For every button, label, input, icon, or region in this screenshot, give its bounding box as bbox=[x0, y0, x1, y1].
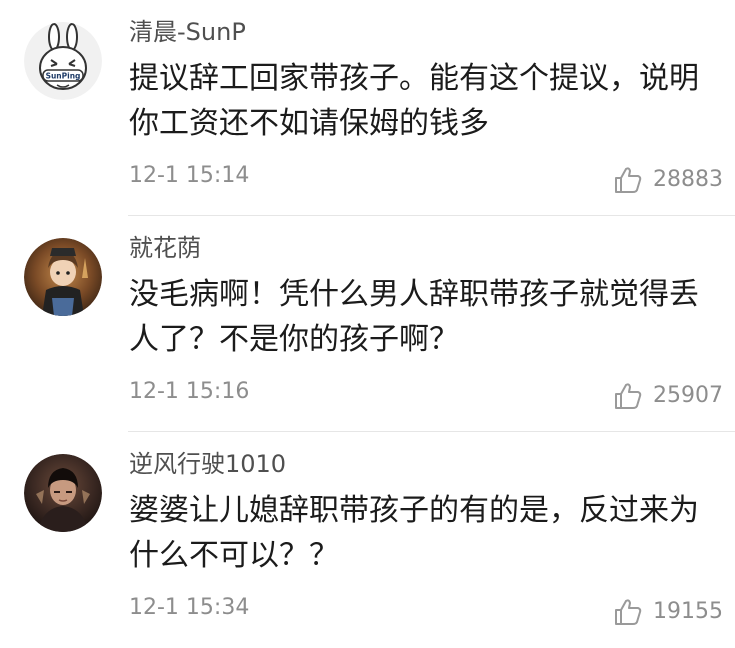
anime-character-avatar bbox=[24, 238, 102, 316]
like-button[interactable]: 19155 bbox=[613, 592, 723, 632]
comment-item: 就花荫 没毛病啊！凭什么男人辞职带孩子就觉得丢 人了？不是你的孩子啊？ 12-1… bbox=[0, 216, 735, 432]
thumbs-up-icon bbox=[615, 383, 642, 409]
comment-text-line: 没毛病啊！凭什么男人辞职带孩子就觉得丢 bbox=[129, 277, 699, 312]
like-button[interactable]: 28883 bbox=[613, 160, 723, 200]
avatar-label: SunPing bbox=[46, 72, 81, 81]
comment-text-line: 婆婆让儿媳辞职带孩子的有的是，反过来为 bbox=[129, 493, 699, 528]
avatar[interactable] bbox=[24, 454, 102, 532]
timestamp: 12-1 15:16 bbox=[129, 379, 250, 404]
username[interactable]: 清晨-SunP bbox=[129, 12, 246, 52]
comment-text: 提议辞工回家带孩子。能有这个提议，说明 你工资还不如请保姆的钱多 bbox=[129, 56, 709, 146]
username[interactable]: 逆风行驶1010 bbox=[129, 444, 286, 484]
thumbs-up-icon bbox=[615, 599, 642, 625]
username[interactable]: 就花荫 bbox=[129, 228, 201, 268]
sunping-rabbit-avatar: SunPing bbox=[24, 22, 102, 100]
dark-portrait-avatar bbox=[24, 454, 102, 532]
comment-text-line: 人了？不是你的孩子啊？ bbox=[129, 322, 459, 357]
comment-list: SunPing 清晨-SunP 提议辞工回家带孩子。能有这个提议，说明 你工资还… bbox=[0, 0, 735, 634]
comment-text-line: 提议辞工回家带孩子。能有这个提议，说明 bbox=[129, 61, 699, 96]
like-count: 19155 bbox=[653, 599, 723, 624]
timestamp: 12-1 15:14 bbox=[129, 163, 250, 188]
comment-item: 逆风行驶1010 婆婆让儿媳辞职带孩子的有的是，反过来为 什么不可以？？ 12-… bbox=[0, 432, 735, 648]
comment-text-line: 你工资还不如请保姆的钱多 bbox=[129, 106, 489, 141]
like-count: 28883 bbox=[653, 167, 723, 192]
comment-text: 婆婆让儿媳辞职带孩子的有的是，反过来为 什么不可以？？ bbox=[129, 488, 709, 578]
timestamp: 12-1 15:34 bbox=[129, 595, 250, 620]
avatar[interactable] bbox=[24, 238, 102, 316]
like-button[interactable]: 25907 bbox=[613, 376, 723, 416]
comment-text: 没毛病啊！凭什么男人辞职带孩子就觉得丢 人了？不是你的孩子啊？ bbox=[129, 272, 709, 362]
comment-item: SunPing 清晨-SunP 提议辞工回家带孩子。能有这个提议，说明 你工资还… bbox=[0, 0, 735, 216]
like-count: 25907 bbox=[653, 383, 723, 408]
thumbs-up-icon bbox=[615, 167, 642, 193]
avatar[interactable]: SunPing bbox=[24, 22, 102, 100]
comment-text-line: 什么不可以？？ bbox=[129, 538, 339, 573]
